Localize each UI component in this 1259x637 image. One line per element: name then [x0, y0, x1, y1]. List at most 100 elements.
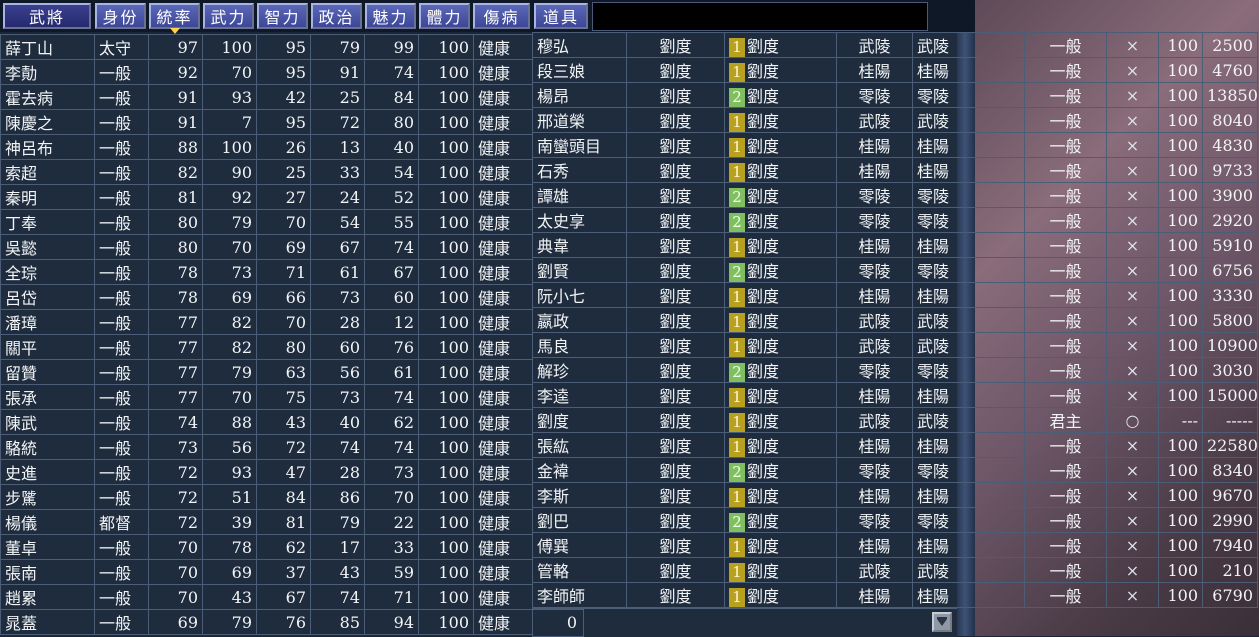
ruler-name: 劉度 — [626, 182, 725, 208]
table-row[interactable]: 李逵 劉度 1 劉度 桂陽 桂陽 一般 × 100 15000 — [532, 382, 1258, 408]
stat-stamina: 100 — [1158, 382, 1203, 408]
sort-button-charisma[interactable]: 魅力 — [365, 3, 416, 29]
table-row[interactable]: 趙累 一般 70 43 67 74 71 100 健康 — [0, 584, 533, 610]
stat-intelligence: 95 — [256, 34, 311, 60]
corps-cell: 1 劉度 — [724, 132, 837, 158]
stat-health: 健康 — [473, 284, 533, 310]
officer-status: 一般 — [1024, 232, 1107, 258]
table-row[interactable]: 神呂布 一般 88 100 26 13 40 100 健康 — [0, 134, 533, 160]
stat-stamina: 100 — [418, 534, 474, 560]
table-row[interactable]: 楊昂 劉度 2 劉度 零陵 零陵 一般 × 100 13850 — [532, 82, 1258, 108]
officer-name: 解珍 — [532, 357, 627, 383]
stat-charisma: 94 — [364, 609, 419, 635]
stat-health: 健康 — [473, 84, 533, 110]
sort-button-stamina[interactable]: 體力 — [419, 3, 470, 29]
table-row[interactable]: 管輅 劉度 1 劉度 武陵 武陵 一般 × 100 210 — [532, 557, 1258, 583]
table-row[interactable]: 薛丁山 太守 97 100 95 79 99 100 健康 — [0, 34, 533, 60]
stat-experience: 9670 — [1202, 482, 1258, 508]
table-row[interactable]: 陳慶之 一般 91 7 95 72 80 100 健康 — [0, 109, 533, 135]
table-row[interactable]: 霍去病 一般 91 93 42 25 84 100 健康 — [0, 84, 533, 110]
table-row[interactable]: 阮小七 劉度 1 劉度 桂陽 桂陽 一般 × 100 3330 — [532, 282, 1258, 308]
stat-command: 73 — [148, 434, 203, 460]
table-row[interactable]: 邢道榮 劉度 1 劉度 武陵 武陵 一般 × 100 8040 — [532, 107, 1258, 133]
stat-stamina: 100 — [1158, 307, 1203, 333]
table-row[interactable]: 劉度 劉度 1 劉度 武陵 武陵 君主 ○ --- ----- — [532, 407, 1258, 433]
stat-stamina: 100 — [418, 209, 474, 235]
table-row[interactable]: 石秀 劉度 1 劉度 桂陽 桂陽 一般 × 100 9733 — [532, 157, 1258, 183]
table-row[interactable]: 嬴政 劉度 1 劉度 武陵 武陵 一般 × 100 5800 — [532, 307, 1258, 333]
sort-button-rank[interactable]: 身份 — [95, 3, 146, 29]
stat-health: 健康 — [473, 184, 533, 210]
corps-cell: 1 劉度 — [724, 407, 837, 433]
corps-cell: 2 劉度 — [724, 257, 837, 283]
corps-number-badge: 2 — [729, 263, 745, 282]
corps-cell: 1 劉度 — [724, 332, 837, 358]
sort-button-item[interactable]: 道具 — [534, 3, 588, 29]
table-row[interactable]: 晁蓋 一般 69 79 76 85 94 100 健康 — [0, 609, 533, 635]
stat-stamina: 100 — [1158, 507, 1203, 533]
loyalty-mark: × — [1106, 57, 1159, 83]
table-row[interactable]: 潘璋 一般 77 82 70 28 12 100 健康 — [0, 309, 533, 335]
sort-button-name[interactable]: 武將 — [3, 3, 91, 29]
stat-experience: 9733 — [1202, 157, 1258, 183]
officer-rank: 一般 — [94, 309, 149, 335]
table-row[interactable]: 南蠻頭目 劉度 1 劉度 桂陽 桂陽 一般 × 100 4830 — [532, 132, 1258, 158]
table-row[interactable]: 穆弘 劉度 1 劉度 武陵 武陵 一般 × 100 2500 — [532, 32, 1258, 58]
scroll-down-button[interactable] — [932, 612, 952, 632]
table-row[interactable]: 史進 一般 72 93 47 28 73 100 健康 — [0, 459, 533, 485]
officer-detail-table: 穆弘 劉度 1 劉度 武陵 武陵 一般 × 100 2500 段三娘 劉度 1 劉度 桂陽 桂陽 一般 × 100 4… — [532, 32, 1258, 608]
corps-leader: 劉度 — [747, 137, 780, 156]
stat-charisma: 22 — [364, 509, 419, 535]
table-row[interactable]: 丁奉 一般 80 79 70 54 55 100 健康 — [0, 209, 533, 235]
loyalty-mark: × — [1106, 82, 1159, 108]
stat-intelligence: 81 — [256, 509, 311, 535]
table-row[interactable]: 李斯 劉度 1 劉度 桂陽 桂陽 一般 × 100 9670 — [532, 482, 1258, 508]
table-row[interactable]: 張南 一般 70 69 37 43 59 100 健康 — [0, 559, 533, 585]
table-row[interactable]: 陳武 一般 74 88 43 40 62 100 健康 — [0, 409, 533, 435]
table-row[interactable]: 楊儀 都督 72 39 81 79 22 100 健康 — [0, 509, 533, 535]
table-row[interactable]: 步騭 一般 72 51 84 86 70 100 健康 — [0, 484, 533, 510]
stat-intelligence: 95 — [256, 109, 311, 135]
table-row[interactable]: 李師師 劉度 1 劉度 桂陽 桂陽 一般 × 100 6790 — [532, 582, 1258, 608]
stat-health: 健康 — [473, 459, 533, 485]
table-row[interactable]: 駱統 一般 73 56 72 74 74 100 健康 — [0, 434, 533, 460]
corps-leader: 劉度 — [747, 212, 780, 231]
table-row[interactable]: 劉巴 劉度 2 劉度 零陵 零陵 一般 × 100 2990 — [532, 507, 1258, 533]
table-row[interactable]: 呂岱 一般 78 69 66 73 60 100 健康 — [0, 284, 533, 310]
table-row[interactable]: 董卓 一般 70 78 62 17 33 100 健康 — [0, 534, 533, 560]
sort-button-injury[interactable]: 傷病 — [473, 3, 530, 29]
stat-stamina: 100 — [418, 309, 474, 335]
table-row[interactable]: 典韋 劉度 1 劉度 桂陽 桂陽 一般 × 100 5910 — [532, 232, 1258, 258]
officer-rank: 一般 — [94, 384, 149, 410]
home-city: 桂陽 — [912, 582, 1025, 608]
table-row[interactable]: 張承 一般 77 70 75 73 74 100 健康 — [0, 384, 533, 410]
current-city: 武陵 — [836, 307, 913, 333]
stat-health: 健康 — [473, 59, 533, 85]
table-row[interactable]: 劉賢 劉度 2 劉度 零陵 零陵 一般 × 100 6756 — [532, 257, 1258, 283]
stat-stamina: 100 — [418, 134, 474, 160]
sort-button-intelligence[interactable]: 智力 — [257, 3, 308, 29]
table-row[interactable]: 段三娘 劉度 1 劉度 桂陽 桂陽 一般 × 100 4760 — [532, 57, 1258, 83]
table-row[interactable]: 留贊 一般 77 79 63 56 61 100 健康 — [0, 359, 533, 385]
table-row[interactable]: 金褘 劉度 2 劉度 零陵 零陵 一般 × 100 8340 — [532, 457, 1258, 483]
table-row[interactable]: 張紘 劉度 1 劉度 桂陽 桂陽 一般 × 100 22580 — [532, 432, 1258, 458]
current-city: 武陵 — [836, 557, 913, 583]
stat-strength: 69 — [202, 284, 257, 310]
sort-button-command[interactable]: 統率 — [149, 3, 200, 34]
stat-politics: 13 — [310, 134, 365, 160]
sort-button-strength[interactable]: 武力 — [203, 3, 254, 29]
table-row[interactable]: 解珍 劉度 2 劉度 零陵 零陵 一般 × 100 3030 — [532, 357, 1258, 383]
table-row[interactable]: 李勣 一般 92 70 95 91 74 100 健康 — [0, 59, 533, 85]
table-row[interactable]: 太史享 劉度 2 劉度 零陵 零陵 一般 × 100 2920 — [532, 207, 1258, 233]
table-row[interactable]: 吳懿 一般 80 70 69 67 74 100 健康 — [0, 234, 533, 260]
table-row[interactable]: 秦明 一般 81 92 27 24 52 100 健康 — [0, 184, 533, 210]
officer-rank: 一般 — [94, 134, 149, 160]
table-row[interactable]: 索超 一般 82 90 25 33 54 100 健康 — [0, 159, 533, 185]
table-row[interactable]: 譚雄 劉度 2 劉度 零陵 零陵 一般 × 100 3900 — [532, 182, 1258, 208]
sort-button-politics[interactable]: 政治 — [311, 3, 362, 29]
table-row[interactable]: 傅巽 劉度 1 劉度 桂陽 桂陽 一般 × 100 7940 — [532, 532, 1258, 558]
table-row[interactable]: 馬良 劉度 1 劉度 武陵 武陵 一般 × 100 10900 — [532, 332, 1258, 358]
table-row[interactable]: 全琮 一般 78 73 71 61 67 100 健康 — [0, 259, 533, 285]
table-row[interactable]: 關平 一般 77 82 80 60 76 100 健康 — [0, 334, 533, 360]
corps-number-badge: 1 — [729, 113, 745, 132]
